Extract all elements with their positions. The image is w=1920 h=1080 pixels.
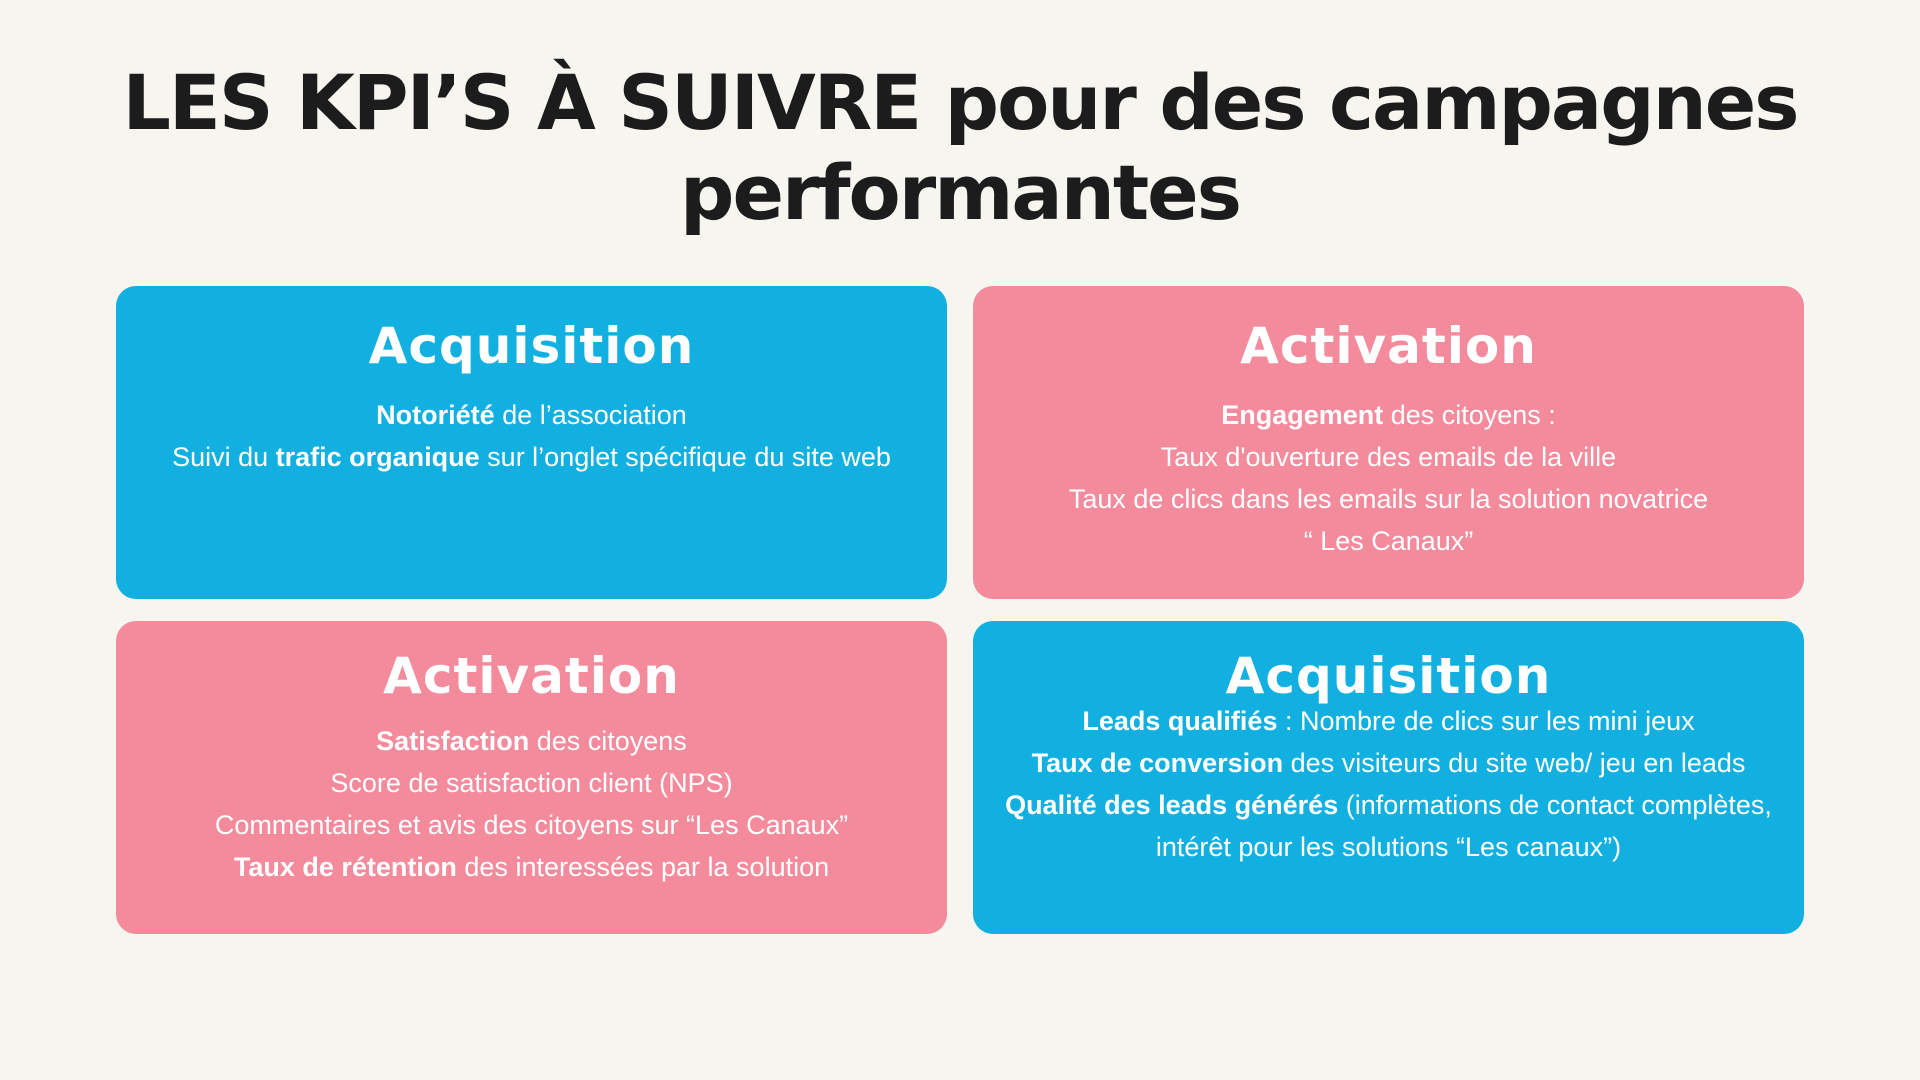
kpi-card-activation-top: Activation Engagement des citoyens : Tau… [973,286,1804,599]
card-body: Engagement des citoyens : Taux d'ouvertu… [973,394,1804,562]
kpi-line: Score de satisfaction client (NPS) [330,768,733,798]
kpi-line: Commentaires et avis des citoyens sur “L… [214,810,849,840]
kpi-card-acquisition-bottom: Acquisition Leads qualifiés : Nombre de … [973,621,1804,934]
kpi-card-acquisition-top: Acquisition Notoriété de l’association S… [116,286,947,599]
kpi-text: de l’association [494,400,687,430]
kpi-line: Taux de conversion des visiteurs du site… [993,742,1784,784]
kpi-highlight: Engagement [1221,400,1384,430]
kpi-highlight: Notoriété [376,400,495,430]
card-title: Activation [1240,317,1537,375]
kpi-text: des interessées par la solution [456,852,830,882]
kpi-text: des citoyens : [1383,400,1556,430]
kpi-highlight: Qualité des leads générés [1005,790,1339,820]
kpi-highlight: Satisfaction [376,726,530,756]
kpi-card-activation-bottom: Activation Satisfaction des citoyens Sco… [116,621,947,934]
slide-title: LES KPI’S À SUIVRE pour des campagnes pe… [122,58,1799,237]
kpi-line: Notoriété de l’association [156,394,907,436]
kpi-line: Satisfaction des citoyens [156,720,907,762]
card-body: Notoriété de l’association Suivi du traf… [116,394,947,478]
kpi-line: “ Les Canaux” [1303,526,1474,556]
kpi-highlight: trafic organique [275,442,480,472]
kpi-text: des visiteurs du site web/ jeu en leads [1283,748,1746,778]
kpi-line: Leads qualifiés : Nombre de clics sur le… [993,700,1784,742]
kpi-text: des citoyens [529,726,687,756]
kpi-line: Taux d'ouverture des emails de la ville [1160,442,1617,472]
card-title: Acquisition [368,317,695,375]
card-body: Leads qualifiés : Nombre de clics sur le… [973,700,1804,868]
kpi-text: sur l’onglet spécifique du site web [479,442,891,472]
kpi-line: Qualité des leads générés (informations … [993,784,1784,868]
card-title: Activation [383,647,680,705]
kpi-highlight: Leads qualifiés [1082,706,1278,736]
kpi-text: : Nombre de clics sur les mini jeux [1277,706,1695,736]
kpi-line: Taux de clics dans les emails sur la sol… [1068,484,1709,514]
kpi-line: Taux de rétention des interessées par la… [156,846,907,888]
kpi-text-prefix: Suivi du [172,442,276,472]
kpi-highlight: Taux de rétention [233,852,457,882]
card-body: Satisfaction des citoyens Score de satis… [116,720,947,888]
kpi-line: Engagement des citoyens : [1013,394,1764,436]
kpi-line: Suivi du trafic organique sur l’onglet s… [156,436,907,478]
card-title: Acquisition [1225,647,1552,705]
kpi-highlight: Taux de conversion [1031,748,1284,778]
